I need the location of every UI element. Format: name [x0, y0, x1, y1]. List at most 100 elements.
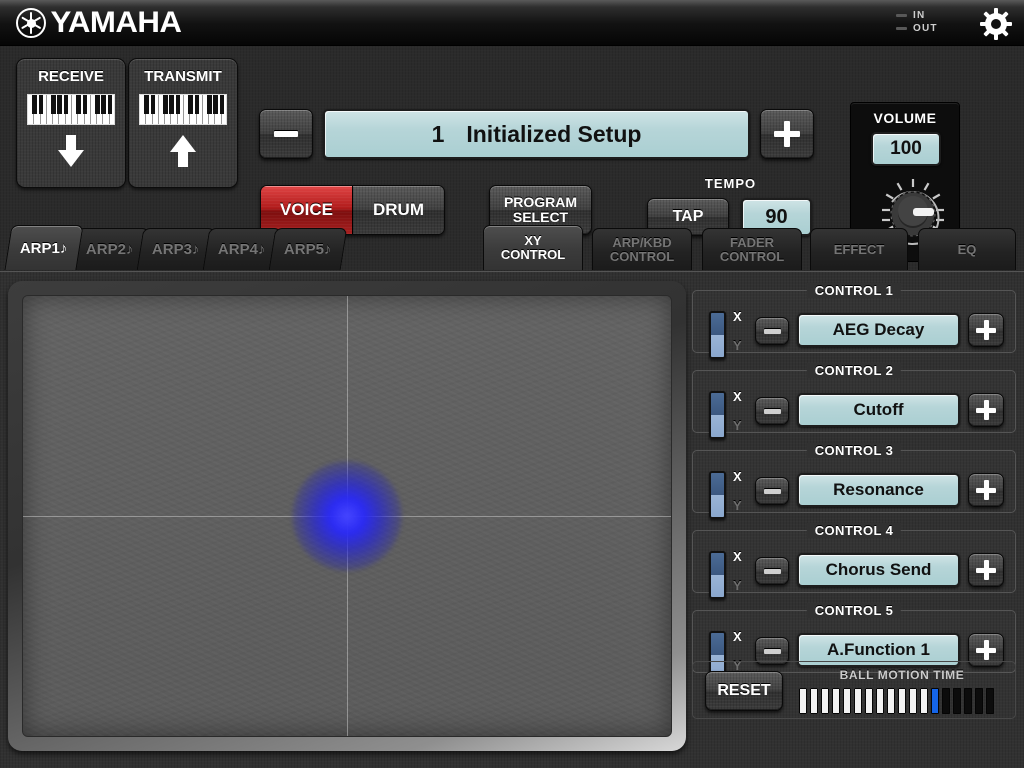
midi-out-indicator: OUT — [896, 22, 962, 35]
xy-pad[interactable] — [22, 295, 672, 737]
control-value-2[interactable]: Cutoff — [797, 393, 960, 427]
tab-label-line1: XY — [524, 233, 542, 248]
axis-toggle-2[interactable] — [709, 391, 726, 439]
control-assign-list: CONTROL 1 X Y AEG Decay CONTROL 2 X Y Cutoff CON… — [692, 281, 1016, 681]
meter-segment[interactable] — [876, 688, 884, 714]
yamaha-app-window: YAMAHA IN OUT RECEIVE TRANSMIT 1 Initial… — [0, 0, 1024, 768]
axis-label-y-3: Y — [733, 498, 742, 513]
black-key — [95, 95, 100, 114]
minus-icon — [763, 568, 781, 574]
tab-xy-control[interactable]: XY CONTROL — [483, 225, 583, 270]
tab-label-line1: ARP/KBD — [612, 234, 672, 250]
axis-toggle-x-half — [711, 313, 724, 335]
meter-segment[interactable] — [854, 688, 862, 714]
tab-label: ARP2♪ — [86, 241, 134, 258]
meter-segment[interactable] — [799, 688, 807, 714]
axis-toggle-4[interactable] — [709, 551, 726, 599]
control-decrement-3[interactable] — [755, 477, 789, 505]
black-key — [107, 95, 113, 114]
meter-segment[interactable] — [898, 688, 906, 714]
gear-icon — [980, 8, 1012, 40]
receive-panel[interactable]: RECEIVE — [16, 58, 126, 188]
tab-arp5[interactable]: ARP5♪ — [268, 228, 348, 270]
meter-segment[interactable] — [843, 688, 851, 714]
xy-crosshair-vertical — [347, 296, 348, 736]
control-group-4: CONTROL 4 X Y Chorus Send — [692, 523, 1016, 599]
tab-label: XY CONTROL — [501, 234, 565, 262]
axis-toggle-y-half — [711, 575, 724, 597]
control-increment-1[interactable] — [968, 313, 1004, 347]
control-increment-4[interactable] — [968, 553, 1004, 587]
transmit-panel[interactable]: TRANSMIT — [128, 58, 238, 188]
black-key — [219, 95, 225, 114]
black-key — [144, 95, 149, 114]
volume-title: VOLUME — [873, 110, 937, 126]
minus-icon — [763, 648, 781, 654]
meter-segment[interactable] — [975, 688, 983, 714]
setup-increment-button[interactable] — [760, 109, 814, 159]
meter-segment[interactable] — [931, 688, 939, 714]
control-value-1[interactable]: AEG Decay — [797, 313, 960, 347]
meter-segment[interactable] — [810, 688, 818, 714]
arrow-down-icon — [58, 135, 84, 167]
meter-segment[interactable] — [832, 688, 840, 714]
receive-title: RECEIVE — [38, 68, 104, 85]
axis-toggle-1[interactable] — [709, 311, 726, 359]
control-value-3[interactable]: Resonance — [797, 473, 960, 507]
tab-eq[interactable]: EQ — [918, 228, 1016, 270]
minus-icon — [763, 328, 781, 334]
control-increment-2[interactable] — [968, 393, 1004, 427]
black-key — [150, 95, 155, 114]
setup-name: Initialized Setup — [466, 120, 642, 147]
meter-segment[interactable] — [821, 688, 829, 714]
tab-arp-kbd-control[interactable]: ARP/KBD CONTROL — [592, 228, 692, 270]
tab-arp1[interactable]: ARP1♪ — [4, 225, 84, 270]
control-row-3: CONTROL 3 X Y Resonance — [692, 441, 1016, 519]
setup-decrement-button[interactable] — [259, 109, 313, 159]
tab-label: ARP5♪ — [284, 241, 332, 258]
meter-segment[interactable] — [964, 688, 972, 714]
meter-segment[interactable] — [942, 688, 950, 714]
meter-segment[interactable] — [909, 688, 917, 714]
midi-in-label: IN — [913, 10, 926, 21]
axis-label-y-2: Y — [733, 418, 742, 433]
control-legend-2: CONTROL 2 — [806, 363, 902, 378]
axis-label-x-5: X — [733, 629, 742, 644]
axis-toggle-3[interactable] — [709, 471, 726, 519]
meter-segment[interactable] — [887, 688, 895, 714]
black-key — [101, 95, 106, 114]
axis-label-x-3: X — [733, 469, 742, 484]
control-increment-3[interactable] — [968, 473, 1004, 507]
control-decrement-2[interactable] — [755, 397, 789, 425]
meter-segment[interactable] — [953, 688, 961, 714]
black-key — [38, 95, 43, 114]
black-key — [63, 95, 69, 114]
meter-segment[interactable] — [920, 688, 928, 714]
meter-segment[interactable] — [986, 688, 994, 714]
axis-toggle-x-half — [711, 393, 724, 415]
transmit-title: TRANSMIT — [144, 68, 222, 85]
axis-toggle-x-half — [711, 633, 724, 655]
control-decrement-4[interactable] — [755, 557, 789, 585]
black-key — [188, 95, 193, 114]
tab-label: ARP/KBD CONTROL — [610, 234, 674, 264]
control-decrement-1[interactable] — [755, 317, 789, 345]
black-key — [82, 95, 87, 114]
volume-value[interactable]: 100 — [871, 132, 941, 166]
control-legend-3: CONTROL 3 — [806, 443, 902, 458]
plus-icon — [976, 640, 996, 660]
settings-button[interactable] — [980, 8, 1012, 40]
midi-in-led — [896, 14, 907, 17]
control-row-2: CONTROL 2 X Y Cutoff — [692, 361, 1016, 439]
black-key — [169, 95, 174, 114]
tab-effect[interactable]: EFFECT — [810, 228, 908, 270]
axis-label-y-1: Y — [733, 338, 742, 353]
control-group-1: CONTROL 1 X Y AEG Decay — [692, 283, 1016, 359]
setup-display[interactable]: 1 Initialized Setup — [323, 109, 750, 159]
ball-motion-time-meter[interactable] — [799, 688, 994, 714]
control-value-4[interactable]: Chorus Send — [797, 553, 960, 587]
meter-segment[interactable] — [865, 688, 873, 714]
tab-fader-control[interactable]: FADER CONTROL — [702, 228, 802, 270]
plus-icon — [976, 560, 996, 580]
reset-button[interactable]: RESET — [705, 671, 783, 711]
